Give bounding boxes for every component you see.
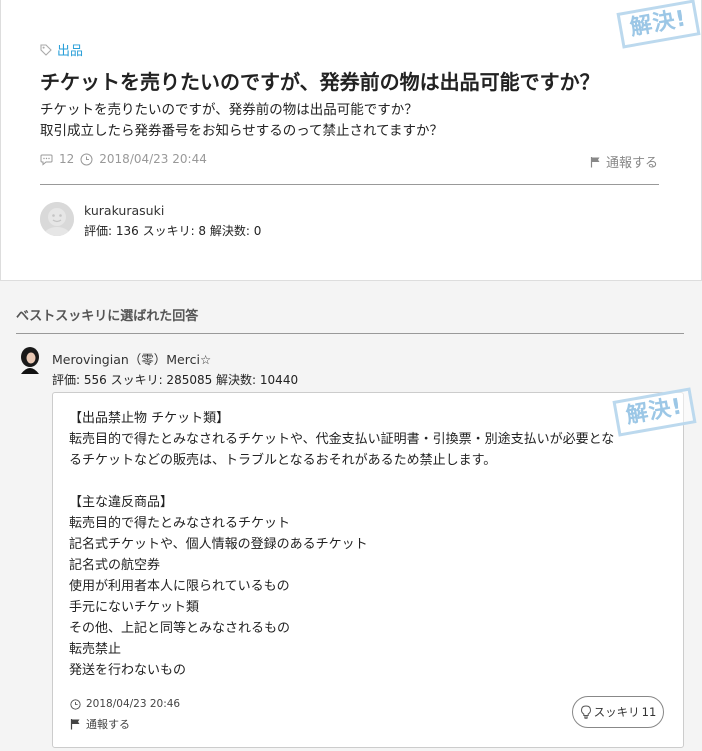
section-divider bbox=[16, 333, 684, 334]
report-label: 通報する bbox=[605, 156, 658, 171]
answer-line: 手元にないチケット類 bbox=[69, 600, 200, 615]
best-answer-heading: ベストスッキリに選ばれた回答 bbox=[16, 309, 199, 324]
avatar[interactable] bbox=[40, 202, 74, 236]
answerer-avatar[interactable] bbox=[18, 346, 42, 374]
answer-date: 2018/04/23 20:46 bbox=[86, 698, 181, 710]
report-question-button[interactable]: 通報する bbox=[590, 152, 658, 171]
answer-body: 【出品禁止物 チケット類】 転売目的で得たとみなされるチケットや、代金支払い証明… bbox=[69, 408, 669, 681]
question-date: 2018/04/23 20:44 bbox=[99, 152, 207, 166]
flag-icon bbox=[590, 156, 600, 167]
clock-icon bbox=[80, 153, 93, 165]
report-label: 通報する bbox=[86, 718, 130, 731]
answer-line bbox=[69, 471, 669, 492]
user-photo-icon bbox=[18, 346, 42, 374]
answer-line: 発送を行わないもの bbox=[69, 663, 187, 678]
comment-count: 12 bbox=[59, 152, 75, 166]
divider bbox=[40, 184, 659, 185]
answer-meta: 2018/04/23 20:46 bbox=[70, 698, 180, 710]
answerer-name[interactable]: Merovingian（零）Merci☆ bbox=[52, 349, 211, 368]
sukkiri-label: スッキリ bbox=[593, 705, 640, 719]
answer-line: 【主な違反商品】 bbox=[69, 495, 174, 510]
comment-icon bbox=[40, 154, 53, 166]
lightbulb-icon bbox=[580, 705, 591, 719]
questioner-name[interactable]: kurakurasuki bbox=[84, 203, 164, 218]
category-label: 出品 bbox=[57, 44, 84, 59]
questioner-stats: 評価: 136 スッキリ: 8 解決数: 0 bbox=[84, 224, 262, 238]
default-avatar-icon bbox=[40, 202, 74, 236]
flag-icon bbox=[70, 719, 80, 730]
answer-line: るチケットなどの販売は、トラブルとなるおそれがあるため禁止します。 bbox=[69, 453, 497, 468]
answer-line: その他、上記と同等とみなされるもの bbox=[69, 621, 291, 636]
answer-line: 使用が利用者本人に限られているもの bbox=[69, 579, 290, 594]
question-body: チケットを売りたいのですが、発券前の物は出品可能ですか？ 取引成立したら発券番号… bbox=[40, 100, 660, 142]
answer-line: 【出品禁止物 チケット類】 bbox=[69, 411, 230, 426]
category-link[interactable]: 出品 bbox=[40, 40, 83, 59]
report-answer-button[interactable]: 通報する bbox=[70, 716, 130, 732]
clock-icon bbox=[70, 698, 81, 710]
question-body-line: チケットを売りたいのですが、発券前の物は出品可能ですか？ bbox=[40, 102, 418, 118]
question-meta: 12 2018/04/23 20:44 bbox=[40, 152, 207, 166]
question-title: チケットを売りたいのですが、発券前の物は出品可能ですか？ bbox=[40, 70, 600, 94]
sukkiri-count: 11 bbox=[641, 705, 657, 719]
answer-line: 転売目的で得たとみなされるチケット bbox=[69, 516, 291, 531]
tag-icon bbox=[40, 43, 52, 56]
question-body-line: 取引成立したら発券番号をお知らせするのって禁止されてますか？ bbox=[40, 123, 443, 139]
answer-line: 転売禁止 bbox=[69, 642, 122, 657]
answer-line: 記名式の航空券 bbox=[69, 558, 161, 573]
answer-line: 記名式チケットや、個人情報の登録のあるチケット bbox=[69, 537, 368, 552]
answerer-stats: 評価: 556 スッキリ: 285085 解決数: 10440 bbox=[52, 373, 299, 387]
sukkiri-button[interactable]: スッキリ 11 bbox=[572, 696, 664, 728]
answer-line: 転売目的で得たとみなされるチケットや、代金支払い証明書・引換票・別途支払いが必要… bbox=[69, 432, 615, 447]
